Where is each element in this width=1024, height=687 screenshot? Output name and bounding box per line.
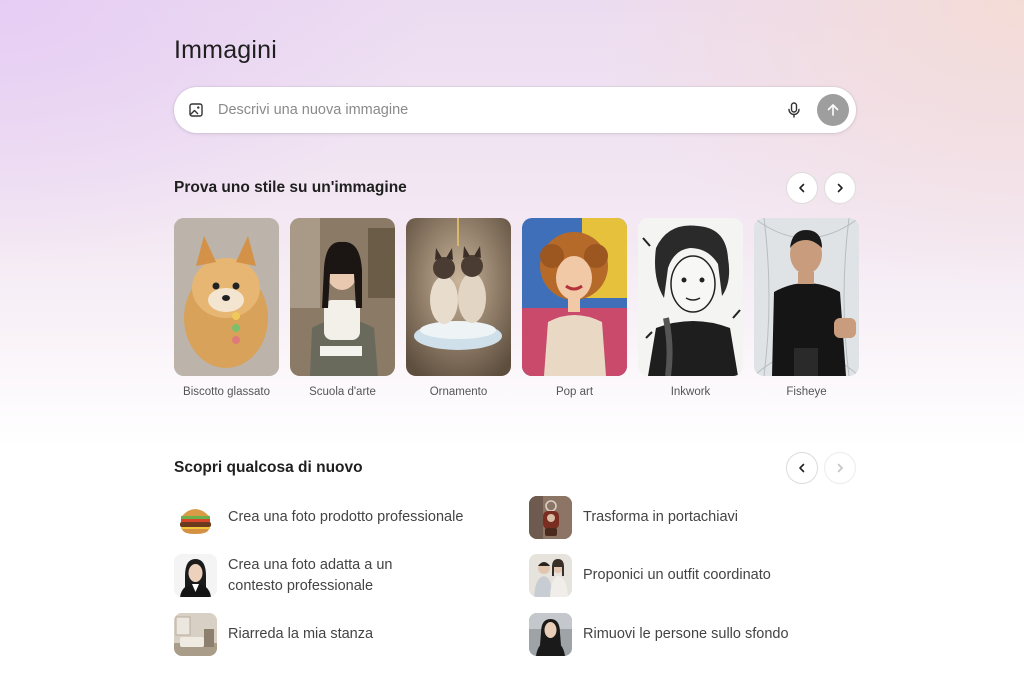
discover-section-title: Scopri qualcosa di nuovo bbox=[174, 459, 363, 476]
style-card-scuola-darte[interactable]: Scuola d'arte bbox=[290, 218, 395, 398]
prompt-input[interactable] bbox=[218, 95, 785, 125]
chevron-right-icon bbox=[837, 463, 843, 473]
style-thumbnail bbox=[290, 218, 395, 376]
style-card-fisheye[interactable]: Fisheye bbox=[754, 218, 859, 398]
person-thumbnail bbox=[529, 613, 572, 656]
couple-thumbnail bbox=[529, 554, 572, 597]
discover-item-label: Trasforma in portachiavi bbox=[583, 509, 738, 525]
style-card-inkwork[interactable]: Inkwork bbox=[638, 218, 743, 398]
burger-thumbnail bbox=[174, 496, 217, 539]
style-thumbnail bbox=[174, 218, 279, 376]
discover-item-label: Riarreda la mia stanza bbox=[228, 626, 374, 642]
microphone-icon[interactable] bbox=[785, 101, 803, 119]
discover-next-button[interactable] bbox=[824, 452, 856, 484]
discover-item-label: Crea una foto prodotto professionale bbox=[228, 509, 464, 525]
chevron-left-icon bbox=[799, 463, 805, 473]
arrow-up-icon bbox=[827, 104, 839, 116]
discover-item-keychain[interactable]: Trasforma in portachiavi bbox=[529, 496, 738, 539]
styles-next-button[interactable] bbox=[824, 172, 856, 204]
discover-item-outfit[interactable]: Proponici un outfit coordinato bbox=[529, 554, 771, 597]
style-label: Ornamento bbox=[429, 386, 488, 398]
style-thumbnail bbox=[638, 218, 743, 376]
style-card-pop-art[interactable]: Pop art bbox=[522, 218, 627, 398]
discover-item-professional-photo[interactable]: Crea una foto adatta a un contesto profe… bbox=[174, 554, 392, 597]
portrait-thumbnail bbox=[174, 554, 217, 597]
style-label: Fisheye bbox=[786, 386, 827, 398]
styles-section-title: Prova uno stile su un'immagine bbox=[174, 179, 407, 196]
discover-item-remove-people[interactable]: Rimuovi le persone sullo sfondo bbox=[529, 613, 789, 656]
discover-item-room[interactable]: Riarreda la mia stanza bbox=[174, 613, 373, 656]
discover-prev-button[interactable] bbox=[786, 452, 818, 484]
chevron-right-icon bbox=[837, 183, 843, 193]
page-title: Immagini bbox=[174, 36, 278, 64]
style-card-ornamento[interactable]: Ornamento bbox=[406, 218, 511, 398]
discover-item-label-line2: contesto professionale bbox=[228, 577, 374, 594]
send-button[interactable] bbox=[817, 94, 849, 126]
chevron-left-icon bbox=[799, 183, 805, 193]
style-label: Biscotto glassato bbox=[183, 386, 270, 398]
style-thumbnail bbox=[754, 218, 859, 376]
style-label: Pop art bbox=[555, 386, 594, 398]
styles-prev-button[interactable] bbox=[786, 172, 818, 204]
discover-item-product-photo[interactable]: Crea una foto prodotto professionale bbox=[174, 496, 463, 539]
room-thumbnail bbox=[174, 613, 217, 656]
discover-item-label-line1: Crea una foto adatta a un bbox=[228, 556, 393, 573]
keychain-thumbnail bbox=[529, 496, 572, 539]
image-icon[interactable] bbox=[188, 102, 204, 118]
style-label: Scuola d'arte bbox=[309, 386, 376, 398]
style-card-biscotto-glassato[interactable]: Biscotto glassato bbox=[174, 218, 279, 398]
style-thumbnail bbox=[522, 218, 627, 376]
discover-item-label: Crea una foto adatta a un contesto profe… bbox=[228, 555, 392, 597]
prompt-bar bbox=[174, 87, 856, 133]
style-thumbnail bbox=[406, 218, 511, 376]
style-cards: Biscotto glassato Scuola d'arte Ornament… bbox=[174, 218, 859, 398]
discover-item-label: Proponici un outfit coordinato bbox=[583, 567, 771, 583]
discover-item-label: Rimuovi le persone sullo sfondo bbox=[583, 626, 789, 642]
style-label: Inkwork bbox=[670, 386, 711, 398]
